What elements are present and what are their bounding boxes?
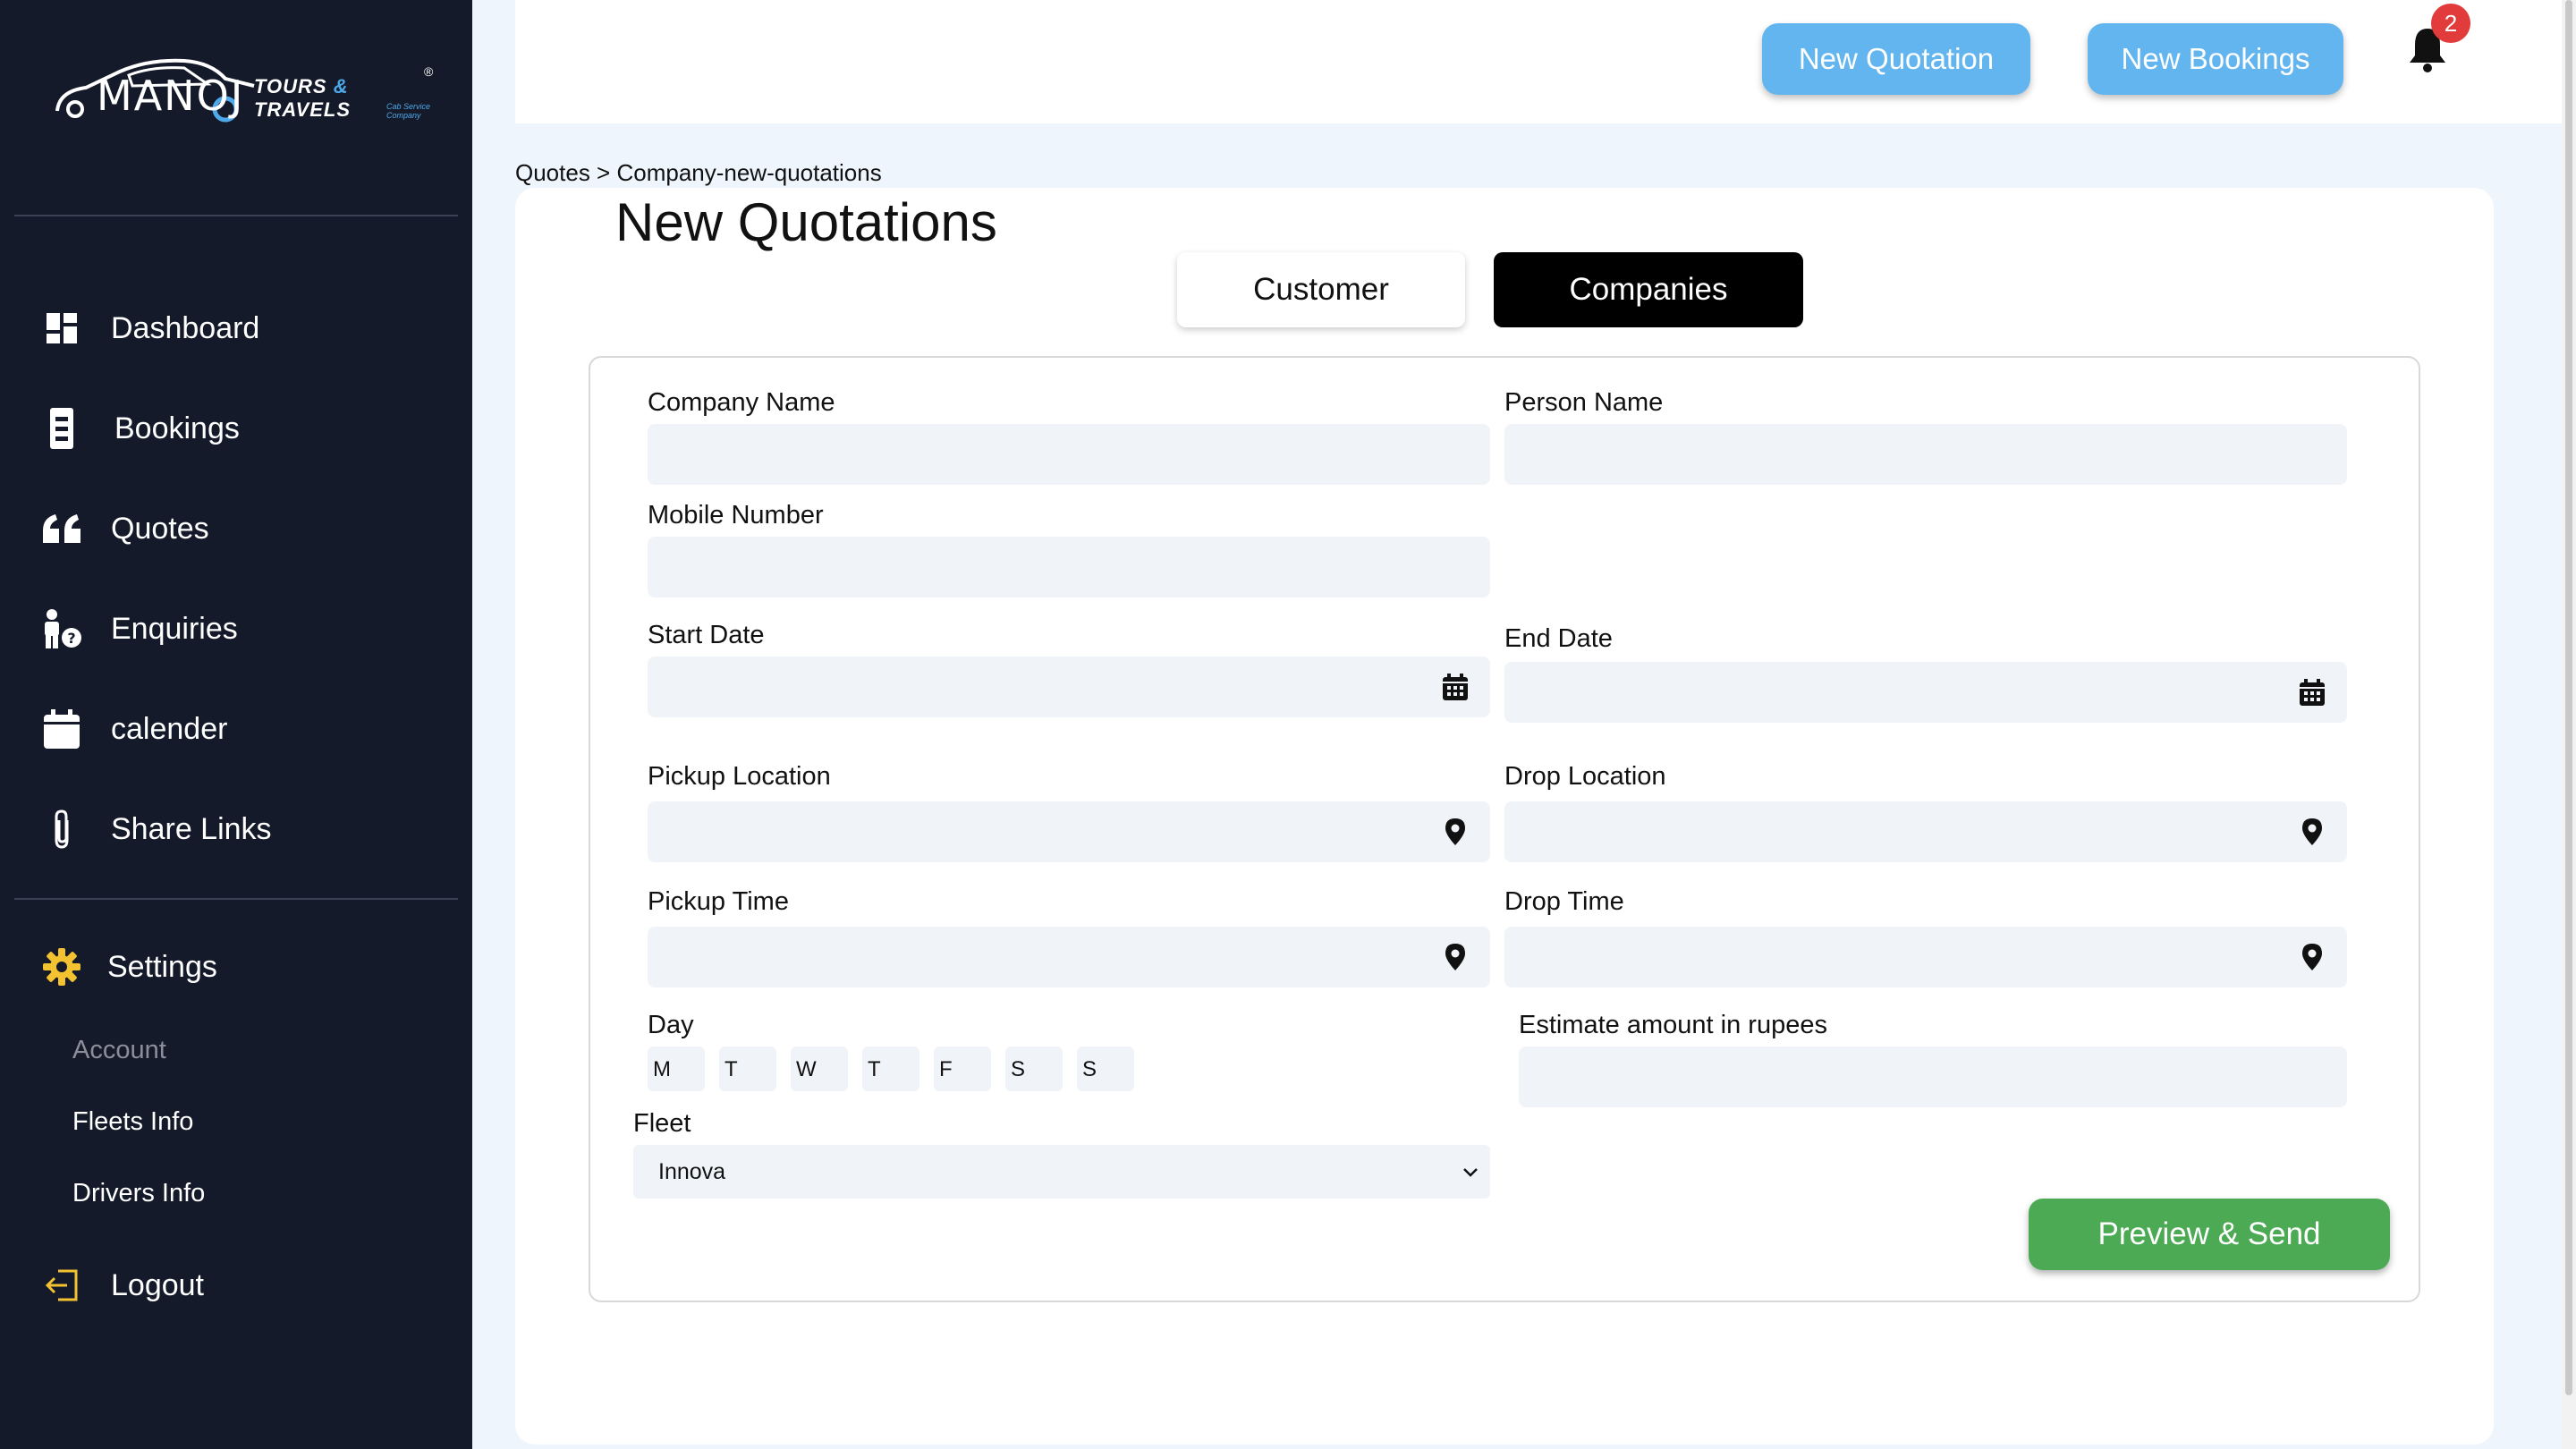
sidebar-item-label: Quotes: [111, 511, 209, 546]
chevron-down-icon: [1463, 1168, 1478, 1177]
enquiry-icon: ?: [41, 608, 82, 649]
sidebar-item-label: Settings: [107, 949, 217, 984]
sidebar-item-settings[interactable]: Settings: [0, 936, 472, 998]
company-name-input[interactable]: [648, 424, 1490, 485]
pickup-time-label: Pickup Time: [648, 887, 789, 916]
sidebar-item-label: calender: [111, 711, 228, 746]
breadcrumb: Quotes > Company-new-quotations: [515, 159, 882, 186]
sidebar-subitem-account[interactable]: Account: [72, 1036, 166, 1065]
pickup-time-input[interactable]: [648, 927, 1490, 987]
fleet-selected-value: Innova: [658, 1159, 726, 1184]
day-toggle-tue[interactable]: T: [719, 1046, 776, 1091]
brand-logo[interactable]: MANOJ TOURS & TRAVELS Cab Service Compan…: [50, 39, 444, 129]
sidebar: MANOJ TOURS & TRAVELS Cab Service Compan…: [0, 0, 472, 1449]
preview-send-button[interactable]: Preview & Send: [2029, 1199, 2390, 1270]
sidebar-item-logout[interactable]: Logout: [0, 1254, 472, 1317]
day-label: Day: [648, 1011, 694, 1039]
day-toggle-sun[interactable]: S: [1077, 1046, 1134, 1091]
sidebar-subitem-drivers-info[interactable]: Drivers Info: [72, 1179, 205, 1208]
fleet-select[interactable]: Innova: [633, 1145, 1490, 1199]
drop-time-input[interactable]: [1504, 927, 2347, 987]
quote-icon: [41, 508, 82, 549]
drop-location-label: Drop Location: [1504, 762, 1666, 791]
brand-tagline: Cab Service Company: [386, 102, 431, 120]
sidebar-item-label: Share Links: [111, 811, 272, 846]
new-bookings-button[interactable]: New Bookings: [2088, 23, 2343, 95]
map-pin-icon[interactable]: [2297, 942, 2327, 972]
day-toggle-thu[interactable]: T: [862, 1046, 919, 1091]
drop-time-label: Drop Time: [1504, 887, 1624, 916]
sidebar-item-label: Logout: [111, 1267, 204, 1302]
estimate-amount-input[interactable]: [1519, 1046, 2347, 1107]
end-date-input[interactable]: [1504, 662, 2347, 723]
end-date-label: End Date: [1504, 624, 1613, 653]
sidebar-item-label: Bookings: [114, 411, 240, 445]
mobile-number-label: Mobile Number: [648, 501, 824, 530]
bookings-icon: [41, 408, 82, 449]
pickup-location-label: Pickup Location: [648, 762, 831, 791]
new-quotation-button[interactable]: New Quotation: [1762, 23, 2030, 95]
svg-text:?: ?: [67, 630, 75, 647]
fleet-label: Fleet: [633, 1109, 691, 1138]
day-toggle-fri[interactable]: F: [934, 1046, 991, 1091]
sidebar-item-label: Dashboard: [111, 310, 260, 345]
brand-name: MANOJ: [97, 72, 245, 120]
person-name-input[interactable]: [1504, 424, 2347, 485]
sidebar-subitem-fleets-info[interactable]: Fleets Info: [72, 1107, 193, 1137]
day-toggle-wed[interactable]: W: [791, 1046, 848, 1091]
sidebar-item-enquiries[interactable]: ? Enquiries: [0, 597, 472, 660]
sidebar-item-share-links[interactable]: Share Links: [0, 798, 472, 860]
estimate-amount-label: Estimate amount in rupees: [1519, 1011, 1827, 1039]
paperclip-icon: [41, 809, 82, 850]
start-date-input[interactable]: [648, 657, 1490, 717]
logout-icon: [41, 1265, 82, 1306]
sidebar-item-label: Enquiries: [111, 611, 238, 646]
day-toggle-mon[interactable]: M: [648, 1046, 705, 1091]
calendar-icon[interactable]: [2297, 677, 2327, 708]
calendar-icon: [41, 708, 82, 750]
company-name-label: Company Name: [648, 388, 835, 417]
sidebar-item-bookings[interactable]: Bookings: [0, 397, 472, 460]
day-toggle-sat[interactable]: S: [1005, 1046, 1063, 1091]
tab-companies[interactable]: Companies: [1494, 252, 1803, 327]
start-date-label: Start Date: [648, 621, 765, 649]
map-pin-icon[interactable]: [1440, 817, 1470, 847]
sidebar-divider: [14, 215, 458, 216]
notification-badge: 2: [2431, 4, 2470, 43]
person-name-label: Person Name: [1504, 388, 1664, 417]
calendar-icon[interactable]: [1440, 672, 1470, 702]
gear-icon: [41, 946, 82, 987]
dashboard-icon: [41, 308, 82, 349]
mobile-number-input[interactable]: [648, 537, 1490, 597]
sidebar-divider: [14, 898, 458, 900]
tab-customer[interactable]: Customer: [1177, 252, 1465, 327]
brand-registered-mark: ®: [424, 64, 434, 79]
page-title: New Quotations: [615, 192, 997, 252]
sidebar-item-calender[interactable]: calender: [0, 698, 472, 760]
sidebar-item-quotes[interactable]: Quotes: [0, 497, 472, 560]
scrollbar-thumb[interactable]: [2565, 0, 2572, 1395]
map-pin-icon[interactable]: [1440, 942, 1470, 972]
pickup-location-input[interactable]: [648, 801, 1490, 862]
sidebar-item-dashboard[interactable]: Dashboard: [0, 297, 472, 360]
map-pin-icon[interactable]: [2297, 817, 2327, 847]
drop-location-input[interactable]: [1504, 801, 2347, 862]
